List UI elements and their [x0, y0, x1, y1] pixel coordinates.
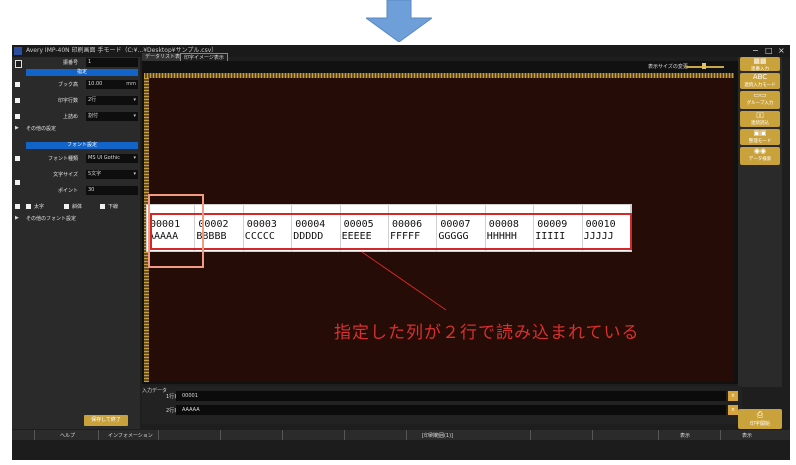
section-settings-header: 指定 [26, 69, 138, 76]
zoom-label: 表示サイズの変更 [648, 64, 688, 70]
align-select[interactable]: 割付 ▾ [86, 112, 138, 121]
highlight-row-box [150, 213, 632, 250]
app-icon [14, 47, 22, 55]
annotation-text: 指定した列が２行で読み込まれている [334, 323, 640, 343]
highlight-column-box [148, 194, 204, 268]
group-input-button[interactable]: ▭▭ グループ入力 [740, 91, 780, 109]
organize-button[interactable]: ▣▣ 整理モード [740, 129, 780, 145]
print-row-checkbox[interactable] [15, 98, 20, 103]
row2-field[interactable] [176, 405, 726, 415]
italic-toggle[interactable] [64, 204, 69, 209]
save-and-exit-button[interactable]: 保存して終了 [84, 415, 128, 426]
binoculars-icon: ◉◉ [753, 147, 767, 155]
panel-menu-icon[interactable] [15, 60, 22, 68]
grid-icon: ▦▦ [753, 57, 767, 65]
input-data-area: 入力データ 1行目 00001 × 2行目 AAAAA × [142, 386, 742, 424]
row1-value: 00001 [182, 393, 198, 399]
settings-panel: 振番号 1 指定 ブック高 10.00 mm 印字行数 2行 ▾ 上詰め 割付 ▾ ▶… [12, 57, 140, 429]
size-checkbox[interactable] [15, 82, 20, 87]
callout-line [361, 251, 447, 311]
font-type-checkbox[interactable] [15, 156, 20, 161]
label-count-label: 振番号 [62, 60, 78, 66]
bold-label: 太字 [34, 204, 45, 210]
expand-triangle-icon: ▶ [15, 215, 19, 221]
info-link[interactable]: インフォメーション [108, 432, 153, 439]
minimize-button[interactable]: − [752, 45, 759, 57]
size-label: ブック高 [57, 82, 78, 88]
point-field[interactable]: 30 [86, 186, 138, 195]
underline-label: 下線 [108, 204, 119, 210]
print-range-status: [印刷範囲(1)] [422, 433, 453, 439]
help-link[interactable]: ヘルプ [60, 432, 75, 439]
down-arrow-icon [366, 0, 432, 42]
align-label: 上詰め [62, 114, 78, 120]
point-label: ポイント [57, 188, 78, 194]
expand-triangle-icon: ▶ [15, 125, 19, 131]
close-button[interactable]: × [778, 45, 785, 57]
align-checkbox[interactable] [15, 114, 20, 119]
bold-checkbox[interactable] [15, 204, 20, 209]
action-panel: ▦▦ 連番入力 ABC 連続入力モード ▭▭ グループ入力 ▯▯ 連続読込 ▣▣ 整理モー… [738, 57, 782, 387]
print-row-label: 印字行数 [57, 98, 78, 104]
print-start-button[interactable]: ⎙ 印字開始 [738, 409, 782, 429]
abc-icon: ABC [752, 73, 768, 81]
size-field[interactable]: 10.00 mm [86, 80, 138, 89]
row1-clear-button[interactable]: × [728, 391, 738, 401]
tab-print-image[interactable]: 印字イメージ表示 [180, 53, 228, 61]
italic-label: 斜体 [72, 204, 83, 210]
label-count-field[interactable]: 1 [86, 58, 138, 67]
columns-icon: ▯▯ [756, 111, 764, 119]
print-row-select[interactable]: 2行 ▾ [86, 96, 138, 105]
serial-input-button[interactable]: ▦▦ 連番入力 [740, 57, 780, 72]
continuous-read-button[interactable]: ▯▯ 連続読込 [740, 111, 780, 127]
other-settings-expander[interactable]: ▶ その他の設定 [12, 123, 140, 134]
chevron-down-icon: ▾ [133, 155, 136, 161]
title-bar: Avery IMP-40N 印刷画面 手モード（C:¥...¥Desktop¥サ… [12, 45, 790, 57]
maximize-button[interactable]: □ [765, 45, 773, 57]
underline-toggle[interactable] [100, 204, 105, 209]
row1-field[interactable] [176, 391, 726, 401]
continuous-input-button[interactable]: ABC 連続入力モード [740, 73, 780, 89]
data-search-button[interactable]: ◉◉ データ検索 [740, 147, 780, 165]
other-font-settings-expander[interactable]: ▶ その他のフォント設定 [12, 213, 140, 224]
status-bar: ヘルプ インフォメーション [印刷範囲(1)] 表示 表示 [12, 430, 790, 440]
zoom-slider-thumb[interactable] [702, 63, 706, 69]
font-type-label: フォント種類 [47, 156, 78, 162]
row2-value: AAAAA [182, 407, 200, 413]
view-status-1: 表示 [680, 433, 691, 439]
printer-icon: ⎙ [756, 410, 764, 419]
bold-toggle[interactable] [26, 204, 31, 209]
section-font-header: フォント設定 [26, 142, 138, 149]
chevron-down-icon: ▾ [133, 97, 136, 103]
window-footer [12, 440, 790, 460]
chevron-down-icon: ▾ [133, 113, 136, 119]
layout-icon: ▭▭ [753, 91, 767, 99]
font-type-select[interactable]: MS UI Gothic ▾ [86, 154, 138, 163]
abc-box-icon: ▣▣ [753, 129, 767, 137]
view-status-2: 表示 [742, 433, 753, 439]
row2-clear-button[interactable]: × [728, 405, 738, 415]
